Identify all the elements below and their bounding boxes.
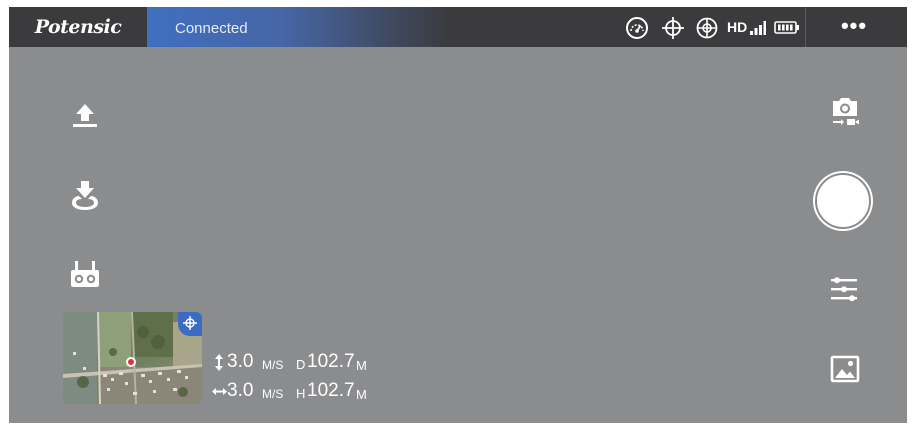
settings-sliders-icon[interactable] <box>828 273 860 305</box>
camera-view: Potensic Connected HD ••• 3.0 M/S D 102.… <box>9 7 907 423</box>
home-point-icon[interactable] <box>695 16 719 40</box>
distance-unit: M <box>356 358 367 373</box>
vertical-speed-icon <box>215 354 223 371</box>
vertical-speed-value: 3.0 <box>227 351 254 372</box>
distance-value: 102.7 <box>307 351 355 372</box>
map-recenter-button[interactable] <box>178 312 202 336</box>
height-value: 102.7 <box>307 380 355 401</box>
video-link-indicator: HD <box>727 19 747 35</box>
shutter-button[interactable] <box>815 173 871 229</box>
gps-crosshair-icon[interactable] <box>661 16 685 40</box>
aircraft-position-marker <box>126 357 136 367</box>
telemetry-row-horizontal: 3.0 M/S H 102.7 M <box>212 380 412 404</box>
height-unit: M <box>356 387 367 402</box>
distance-label: D <box>296 357 306 372</box>
brand-logo: Potensic <box>34 16 122 38</box>
camera-switch-icon[interactable] <box>829 95 861 127</box>
gallery-icon[interactable] <box>829 353 861 385</box>
land-icon[interactable] <box>69 179 101 211</box>
telemetry-row-vertical: 3.0 M/S D 102.7 M <box>212 351 412 375</box>
horizontal-speed-unit: M/S <box>262 387 284 401</box>
height-label: H <box>296 386 306 401</box>
horizontal-speed-value: 3.0 <box>227 380 254 401</box>
topbar-divider <box>805 7 806 47</box>
top-bar: Potensic Connected HD ••• <box>9 7 907 47</box>
more-menu-button[interactable]: ••• <box>829 7 879 47</box>
connection-status: Connected <box>175 20 248 37</box>
video-link-label: HD <box>727 19 748 35</box>
battery-icon <box>774 21 799 34</box>
vertical-speed-unit: M/S <box>262 358 284 372</box>
takeoff-icon[interactable] <box>69 100 101 132</box>
mini-map[interactable] <box>63 312 202 404</box>
map-crosshair-icon <box>183 316 197 330</box>
signal-bars-icon <box>750 21 766 35</box>
horizontal-speed-icon <box>212 388 227 395</box>
remote-controller-icon[interactable] <box>69 259 101 291</box>
gauge-icon[interactable] <box>625 16 649 40</box>
